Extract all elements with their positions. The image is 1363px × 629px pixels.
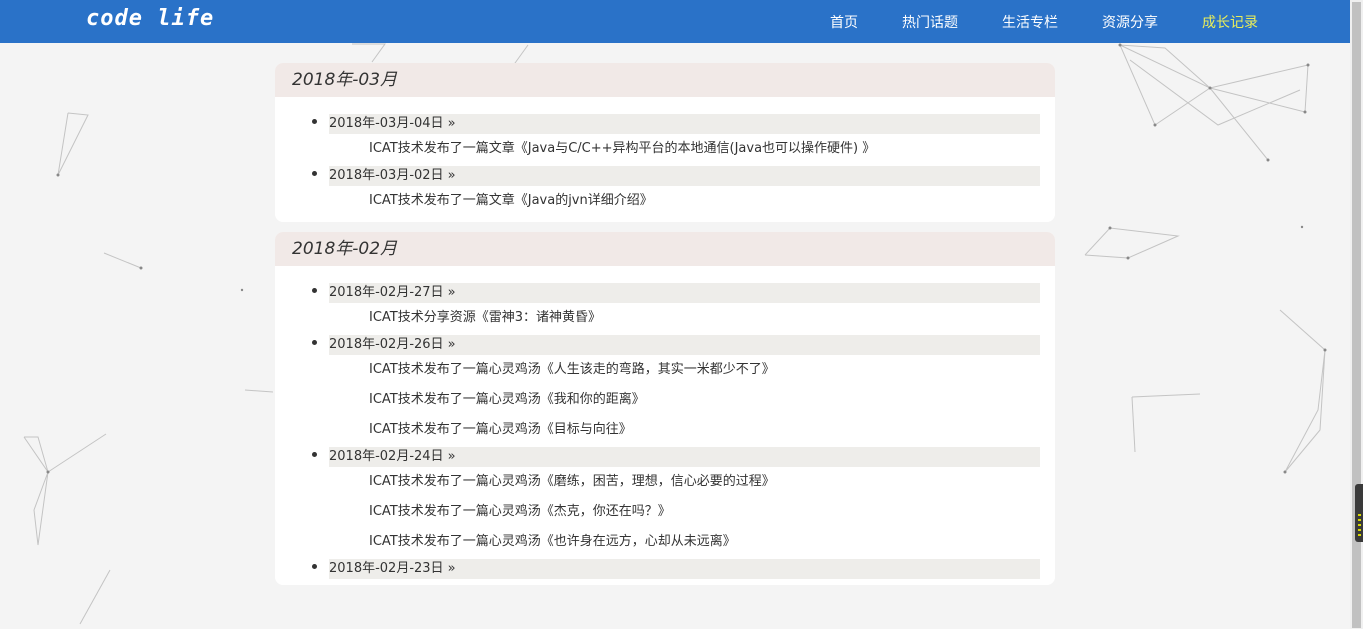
day-item: 2018年-02月-27日» ICAT技术分享资源《雷神3：诸神黄昏》 (329, 281, 1040, 333)
month-heading: 2018年-02月 (275, 232, 1055, 266)
entry-link[interactable]: ICAT技术分享资源《雷神3：诸神黄昏》 (329, 303, 1040, 333)
month-heading: 2018年-03月 (275, 63, 1055, 97)
month-section: 2018年-03月 2018年-03月-04日» ICAT技术发布了一篇文章《J… (275, 63, 1055, 222)
nav-item-home[interactable]: 首页 (830, 12, 858, 32)
day-title[interactable]: 2018年-03月-04日» (329, 114, 1040, 134)
nav-item-resource-sharing[interactable]: 资源分享 (1102, 12, 1158, 32)
day-date: 2018年-03月-02日 (329, 168, 444, 183)
nav-item-hot-topics[interactable]: 热门话题 (902, 12, 958, 32)
expand-arrow-icon: » (447, 116, 456, 131)
nav-item-life-column[interactable]: 生活专栏 (1002, 12, 1058, 32)
day-item: 2018年-02月-26日» ICAT技术发布了一篇心灵鸡汤《人生该走的弯路，其… (329, 333, 1040, 445)
entry-link[interactable]: ICAT技术发布了一篇文章《Java的jvn详细介绍》 (329, 186, 1040, 216)
day-item: 2018年-02月-24日» ICAT技术发布了一篇心灵鸡汤《磨练，困苦，理想，… (329, 445, 1040, 557)
day-date: 2018年-02月-23日 (329, 561, 444, 576)
entry-link[interactable]: ICAT技术发布了一篇文章《Java与C/C++异构平台的本地通信(Java也可… (329, 134, 1040, 164)
expand-arrow-icon: » (447, 449, 456, 464)
main-nav: 首页 热门话题 生活专栏 资源分享 成长记录 (786, 0, 1258, 43)
entry-link[interactable]: ICAT技术发布了一篇心灵鸡汤《人生该走的弯路，其实一米都少不了》 (329, 355, 1040, 385)
entry-link[interactable]: ICAT技术发布了一篇心灵鸡汤《我和你的距离》 (329, 385, 1040, 415)
day-date: 2018年-02月-26日 (329, 337, 444, 352)
month-section: 2018年-02月 2018年-02月-27日» ICAT技术分享资源《雷神3：… (275, 232, 1055, 585)
expand-arrow-icon: » (447, 285, 456, 300)
entry-link[interactable]: ICAT技术发布了一篇心灵鸡汤《也许身在远方，心却从未远离》 (329, 527, 1040, 557)
entry-link[interactable]: ICAT技术发布了一篇心灵鸡汤《杰克，你还在吗？》 (329, 497, 1040, 527)
entry-link[interactable]: ICAT技术发布了一篇心灵鸡汤《磨练，困苦，理想，信心必要的过程》 (329, 467, 1040, 497)
timeline-container: 2018年-03月 2018年-03月-04日» ICAT技术发布了一篇文章《J… (275, 63, 1055, 595)
day-title[interactable]: 2018年-02月-24日» (329, 447, 1040, 467)
entry-link[interactable]: ICAT技术发布了一篇心灵鸡汤《目标与向往》 (329, 415, 1040, 445)
day-item: 2018年-03月-02日» ICAT技术发布了一篇文章《Java的jvn详细介… (329, 164, 1040, 216)
top-navigation-bar: code life 首页 热门话题 生活专栏 资源分享 成长记录 (0, 0, 1350, 43)
day-date: 2018年-02月-27日 (329, 285, 444, 300)
day-list: 2018年-03月-04日» ICAT技术发布了一篇文章《Java与C/C++异… (275, 97, 1055, 222)
nav-item-growth-records[interactable]: 成长记录 (1202, 12, 1258, 32)
site-logo[interactable]: code life (86, 6, 214, 31)
day-date: 2018年-02月-24日 (329, 449, 444, 464)
day-title[interactable]: 2018年-03月-02日» (329, 166, 1040, 186)
side-floating-widget[interactable] (1355, 484, 1363, 542)
day-item: 2018年-03月-04日» ICAT技术发布了一篇文章《Java与C/C++异… (329, 112, 1040, 164)
expand-arrow-icon: » (447, 168, 456, 183)
day-title[interactable]: 2018年-02月-27日» (329, 283, 1040, 303)
expand-arrow-icon: » (447, 561, 456, 576)
day-list: 2018年-02月-27日» ICAT技术分享资源《雷神3：诸神黄昏》 2018… (275, 266, 1055, 585)
day-item: 2018年-02月-23日» (329, 557, 1040, 579)
day-title[interactable]: 2018年-02月-23日» (329, 559, 1040, 579)
expand-arrow-icon: » (447, 337, 456, 352)
day-date: 2018年-03月-04日 (329, 116, 444, 131)
day-title[interactable]: 2018年-02月-26日» (329, 335, 1040, 355)
